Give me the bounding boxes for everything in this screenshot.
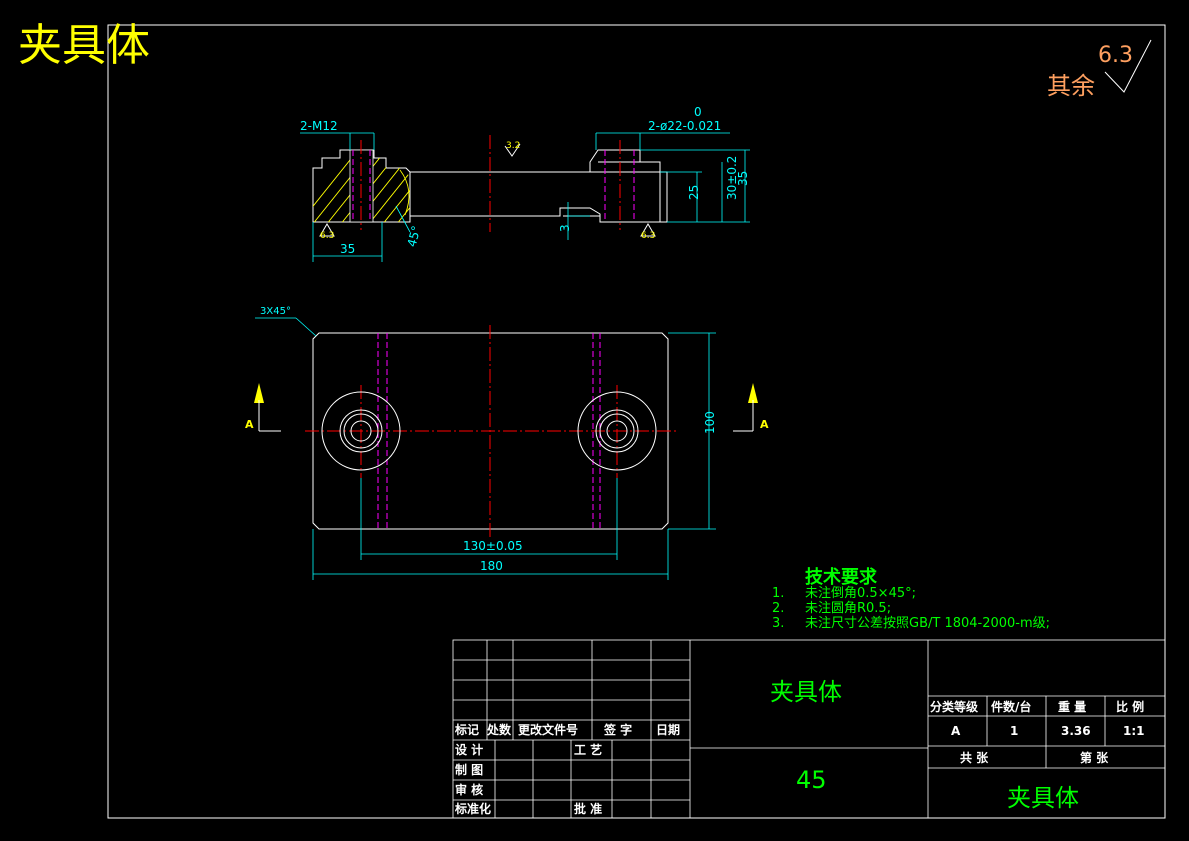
role-design: 设 计 — [455, 742, 483, 757]
tech-item-num: 1. — [772, 586, 784, 601]
chamfer-callout: 3X45° — [260, 306, 291, 317]
roughness-top: 3.2 — [506, 141, 520, 151]
dim-width-35: 35 — [340, 242, 355, 256]
attr-value-scale: 1:1 — [1123, 724, 1145, 738]
attr-header-weight: 重 量 — [1058, 699, 1086, 714]
section-mark-right: A — [760, 418, 769, 431]
role-draft: 制 图 — [455, 762, 483, 777]
tech-item-num: 3. — [772, 616, 784, 631]
finish-note-value: 6.3 — [1098, 43, 1133, 68]
attr-value-weight: 3.36 — [1061, 724, 1091, 738]
attr-header-class: 分类等级 — [930, 699, 978, 714]
rev-header-sign: 签 字 — [603, 722, 632, 737]
attr-header-qty: 件数/台 — [991, 699, 1031, 714]
role-review: 审 核 — [455, 782, 483, 797]
bore-callout: 2-ø22-0.021 — [648, 119, 721, 133]
part-name: 夹具体 — [770, 678, 842, 706]
material: 45 — [796, 766, 827, 794]
dim-width-100: 100 — [703, 411, 717, 434]
rev-header-mark: 标记 — [454, 722, 479, 737]
role-approve: 批 准 — [574, 801, 602, 816]
surface-finish-note: 其余 6.3 — [1047, 39, 1152, 100]
attr-value-qty: 1 — [1010, 724, 1018, 738]
drawing-name: 夹具体 — [1007, 784, 1079, 812]
attr-header-scale: 比 例 — [1116, 699, 1144, 714]
dim-length-180: 180 — [480, 559, 503, 573]
role-process: 工 艺 — [574, 742, 602, 757]
sheet-number: 第 张 — [1080, 750, 1109, 765]
role-standard: 标准化 — [454, 801, 491, 816]
finish-note-prefix: 其余 — [1047, 72, 1095, 100]
sheets-total: 共 张 — [960, 750, 989, 765]
bore-upper-tolerance: 0 — [694, 105, 702, 119]
tech-item-text: 未注倒角0.5×45°; — [805, 586, 916, 601]
drawing-sheet: 夹具体 其余 6.3 2-M12 0 2-ø22-0.021 3.2 6.3 6… — [18, 20, 1166, 819]
dim-height-25: 25 — [687, 185, 701, 200]
rev-header-count: 处数 — [486, 722, 512, 737]
rev-header-doc: 更改文件号 — [518, 722, 578, 737]
section-mark-left: A — [245, 418, 254, 431]
drawing-title: 夹具体 — [18, 20, 150, 71]
rev-header-date: 日期 — [656, 722, 680, 737]
attr-value-class: A — [951, 724, 961, 738]
dim-height-35: 35 — [736, 171, 750, 186]
tech-item-num: 2. — [772, 601, 784, 616]
plan-view: 3X45° A A 130±0.05 180 100 — [245, 306, 769, 580]
title-block: 标记 处数 更改文件号 签 字 日期 设 计 工 艺 制 图 审 核 标准化 批… — [452, 639, 1166, 819]
tech-heading: 技术要求 — [805, 566, 878, 588]
dim-hole-spacing: 130±0.05 — [463, 539, 523, 553]
thread-callout: 2-M12 — [300, 119, 338, 133]
tech-item-text: 未注尺寸公差按照GB/T 1804-2000-m级; — [805, 616, 1050, 631]
section-view: 2-M12 0 2-ø22-0.021 3.2 6.3 6.3 35 45° 3 — [300, 105, 750, 262]
roughness-left: 6.3 — [320, 231, 334, 241]
tech-item-text: 未注圆角R0.5; — [805, 601, 891, 616]
tech-requirements: 技术要求 1. 未注倒角0.5×45°; 2. 未注圆角R0.5; 3. 未注尺… — [772, 566, 1050, 631]
dim-step-3: 3 — [558, 224, 572, 232]
roughness-right: 6.3 — [641, 231, 655, 241]
